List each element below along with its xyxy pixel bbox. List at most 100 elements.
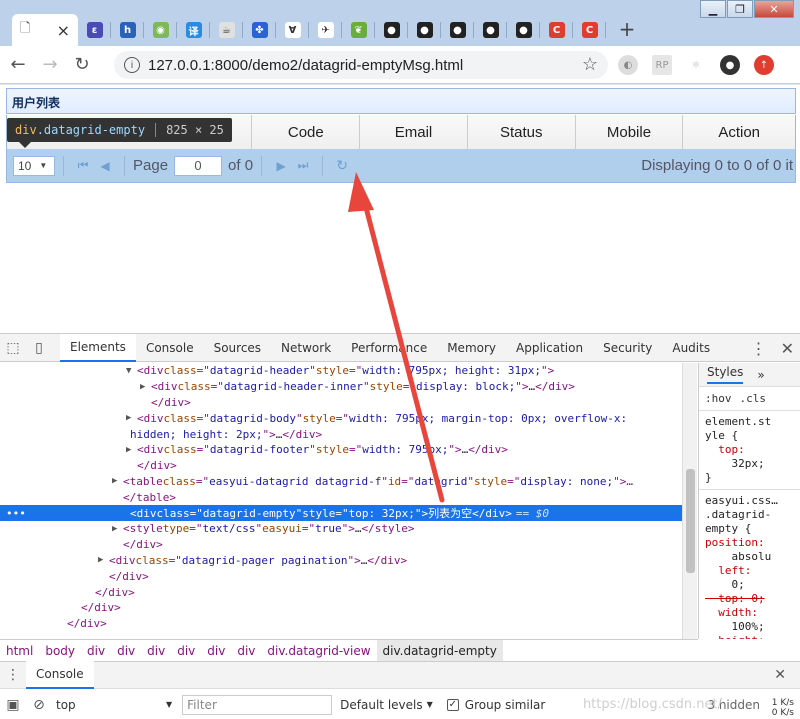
breadcrumb-item[interactable]: div xyxy=(201,640,231,662)
maximize-button[interactable]: ❐ xyxy=(727,0,753,18)
inspect-element-icon[interactable]: ⬚ xyxy=(0,334,26,362)
bookmark-tab[interactable]: ✤ xyxy=(243,14,276,46)
breadcrumb-item[interactable]: div.datagrid-empty xyxy=(376,639,503,662)
bookmark-tab[interactable]: ◉ xyxy=(144,14,177,46)
breadcrumb-item[interactable]: div.datagrid-view xyxy=(261,640,376,662)
devtools-tab-performance[interactable]: Performance xyxy=(341,334,437,362)
forward-button[interactable]: → xyxy=(36,51,64,79)
bookmark-tab[interactable]: C xyxy=(573,14,606,46)
breadcrumb-item[interactable]: div xyxy=(231,640,261,662)
bookmark-tab[interactable]: ✈ xyxy=(309,14,342,46)
page-size-select[interactable]: 10 ▼ xyxy=(13,155,55,176)
bookmark-tab[interactable]: ɛ xyxy=(78,14,111,46)
address-bar[interactable]: i 127.0.0.1:8000/demo2/datagrid-emptyMsg… xyxy=(114,51,608,79)
more-tabs-icon[interactable]: » xyxy=(757,368,764,382)
breadcrumb-item[interactable]: div xyxy=(171,640,201,662)
extension-grey-icon[interactable]: ◐ xyxy=(618,55,638,75)
dom-node[interactable]: </div> xyxy=(0,458,682,474)
breadcrumb-item[interactable]: div xyxy=(81,640,111,662)
dom-node[interactable]: </div> xyxy=(0,395,682,411)
bookmark-tab[interactable]: ● xyxy=(441,14,474,46)
cls-toggle[interactable]: .cls xyxy=(740,392,767,405)
clear-console-icon[interactable]: ⊘ xyxy=(26,691,52,719)
dom-node-selected[interactable]: ••• <div class =" datagrid-empty " style =" to… xyxy=(0,505,682,521)
bookmark-tab[interactable]: h xyxy=(111,14,144,46)
collapsed-triangle-icon[interactable]: ▶ xyxy=(126,413,137,423)
drawer-tab-console[interactable]: Console xyxy=(26,661,94,689)
bookmark-tab[interactable]: Ɐ xyxy=(276,14,309,46)
more-options-icon[interactable]: ⋮ xyxy=(751,339,767,358)
reload-button[interactable]: ↻ xyxy=(68,51,96,79)
first-page-icon[interactable]: ⏮ xyxy=(72,158,94,173)
devtools-tab-audits[interactable]: Audits xyxy=(662,334,720,362)
collapsed-triangle-icon[interactable]: ▶ xyxy=(126,445,137,455)
tab-close-button[interactable]: × xyxy=(57,21,70,40)
bookmark-tab[interactable]: ● xyxy=(375,14,408,46)
breadcrumb-item[interactable]: div xyxy=(111,640,141,662)
collapsed-triangle-icon[interactable]: ▶ xyxy=(98,555,109,565)
devtools-tab-elements[interactable]: Elements xyxy=(60,333,136,362)
tab-active[interactable]: 🗋 × xyxy=(12,14,78,46)
bookmark-tab[interactable]: ● xyxy=(408,14,441,46)
info-icon[interactable]: i xyxy=(124,57,140,73)
bookmark-star-icon[interactable]: ☆ xyxy=(582,54,598,75)
dom-node[interactable]: </div> xyxy=(0,616,682,632)
dom-node[interactable]: ▼ <div class =" datagrid-header " style =" wid… xyxy=(0,363,682,379)
collapsed-triangle-icon[interactable]: ▶ xyxy=(112,524,123,534)
expanded-triangle-icon[interactable]: ▼ xyxy=(126,366,137,376)
column-header-action[interactable]: Action xyxy=(683,115,795,149)
context-select[interactable]: top xyxy=(56,698,166,712)
dom-node[interactable]: ▶ <div class =" datagrid-body " style =" width… xyxy=(0,410,682,426)
sidebar-toggle-icon[interactable]: ▣ xyxy=(0,691,26,719)
breadcrumb-item[interactable]: html xyxy=(0,640,39,662)
column-header-code[interactable]: Code xyxy=(252,115,361,149)
dom-node[interactable]: ▶ <div class =" datagrid-footer " style =" wid… xyxy=(0,442,682,458)
bookmark-tab[interactable]: 译 xyxy=(177,14,210,46)
bookmark-tab[interactable]: ☕ xyxy=(210,14,243,46)
dom-node[interactable]: ▶ <div class =" datagrid-pager pagination ">… xyxy=(0,553,682,569)
devtools-tab-network[interactable]: Network xyxy=(271,334,341,362)
react-icon[interactable]: ⚛ xyxy=(686,55,706,75)
collapsed-triangle-icon[interactable]: ▶ xyxy=(140,382,151,392)
breadcrumb-item[interactable]: div xyxy=(141,640,171,662)
minimize-button[interactable]: ▁ xyxy=(700,0,726,18)
dom-node[interactable]: ▶ <table class =" easyui-datagrid datagrid-… xyxy=(0,474,682,490)
drawer-menu-icon[interactable]: ⋮ xyxy=(0,661,26,689)
bookmark-tab[interactable]: ● xyxy=(507,14,540,46)
column-header-status[interactable]: Status xyxy=(468,115,576,149)
device-toolbar-icon[interactable]: ▯ xyxy=(26,334,52,362)
update-icon[interactable]: ↑ xyxy=(754,55,774,75)
dom-node[interactable]: ▶ <style type =" text/css " easyui =" true ">… <… xyxy=(0,521,682,537)
dom-node[interactable]: </div> xyxy=(0,584,682,600)
console-filter-input[interactable]: Filter xyxy=(182,694,333,715)
styles-tab[interactable]: Styles xyxy=(707,365,744,384)
group-similar-checkbox[interactable]: ✓ xyxy=(446,698,459,711)
dom-node[interactable]: </div> xyxy=(0,537,682,553)
devtools-tab-security[interactable]: Security xyxy=(593,334,662,362)
log-levels-select[interactable]: Default levels xyxy=(340,698,422,712)
dom-node[interactable]: hidden; height: 2px; ">… </div> xyxy=(0,426,682,442)
devtools-close-icon[interactable]: ✕ xyxy=(781,339,794,358)
last-page-icon[interactable]: ⏭ xyxy=(292,158,314,173)
devtools-tab-console[interactable]: Console xyxy=(136,334,204,362)
window-close-button[interactable]: ✕ xyxy=(754,0,794,18)
dom-node[interactable]: </table> xyxy=(0,489,682,505)
bookmark-tab[interactable]: C xyxy=(540,14,573,46)
column-header-mobile[interactable]: Mobile xyxy=(576,115,684,149)
devtools-tab-application[interactable]: Application xyxy=(506,334,593,362)
prev-page-icon[interactable]: ◀ xyxy=(94,159,116,173)
elements-scrollbar[interactable] xyxy=(682,363,697,639)
bookmark-tab[interactable]: ❦ xyxy=(342,14,375,46)
collapsed-triangle-icon[interactable]: ▶ xyxy=(112,476,123,486)
back-button[interactable]: ← xyxy=(4,51,32,79)
dom-node[interactable]: </div> xyxy=(0,568,682,584)
scrollbar-thumb[interactable] xyxy=(686,469,695,573)
selected-node-ellipsis[interactable]: ••• xyxy=(6,507,26,520)
devtools-tab-sources[interactable]: Sources xyxy=(204,334,271,362)
breadcrumb-item[interactable]: body xyxy=(39,640,81,662)
dom-node[interactable]: ▶ <div class =" datagrid-header-inner " styl… xyxy=(0,379,682,395)
dom-node[interactable]: </div> xyxy=(0,600,682,616)
next-page-icon[interactable]: ▶ xyxy=(270,159,292,173)
profile-avatar-icon[interactable]: ● xyxy=(720,55,740,75)
page-number-input[interactable]: 0 xyxy=(174,155,223,176)
